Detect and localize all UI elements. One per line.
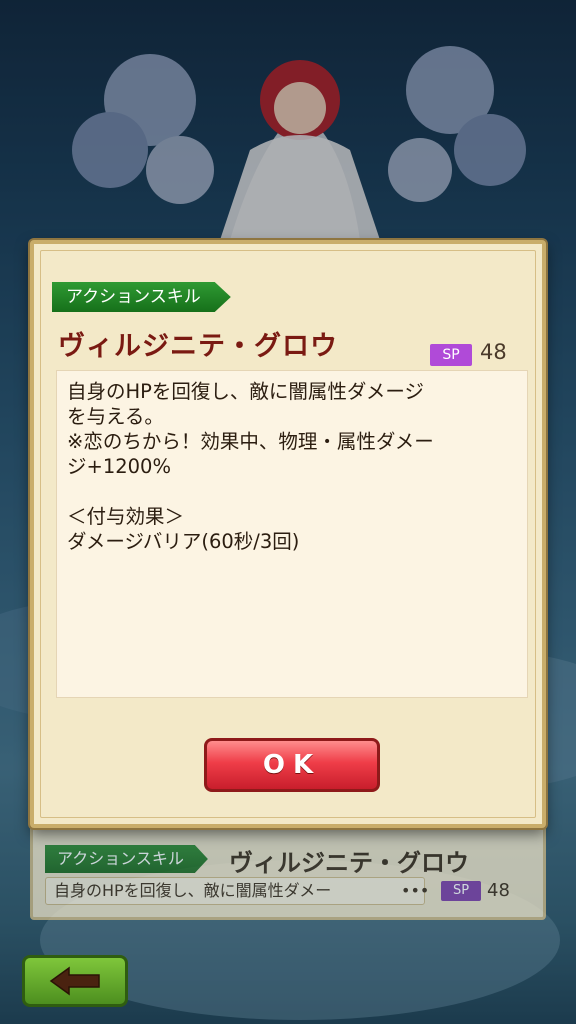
skill-name-title: ヴィルジニテ・グロウ [58,331,338,362]
description-line: 自身のHPを回復し、敵に闇属性ダメージ [67,380,424,403]
sp-value: 48 [480,340,507,364]
background-ellipsis: ••• [401,881,430,900]
sp-badge: SP [430,344,472,366]
skill-type-badge: アクションスキル [52,282,231,312]
description-line: ＜付与効果＞ [67,505,185,528]
description-line [67,479,517,504]
background-sp-value: 48 [487,880,510,901]
description-line: ダメージバリア(60秒/3回) [67,530,300,553]
ok-button[interactable]: OK [204,738,380,792]
description-line: ※恋のちから！効果中、物理・属性ダメー [67,430,434,453]
background-sp-badge: SP [441,881,481,901]
skill-description-box: 自身のHPを回復し、敵に闇属性ダメージ を与える。 ※恋のちから！効果中、物理・… [56,370,528,698]
back-button[interactable] [22,955,128,1007]
background-skill-name: ヴィルジニテ・グロウ [229,849,469,877]
skill-detail-dialog: アクションスキル ヴィルジニテ・グロウ SP 48 自身のHPを回復し、敵に闇属… [30,240,546,828]
description-line: ジ+1200% [67,455,171,478]
background-skill-type-badge: アクションスキル [45,845,208,873]
description-line: を与える。 [67,405,164,428]
background-skill-description: 自身のHPを回復し、敵に闇属性ダメー [45,877,425,905]
arrow-left-icon [49,966,100,996]
